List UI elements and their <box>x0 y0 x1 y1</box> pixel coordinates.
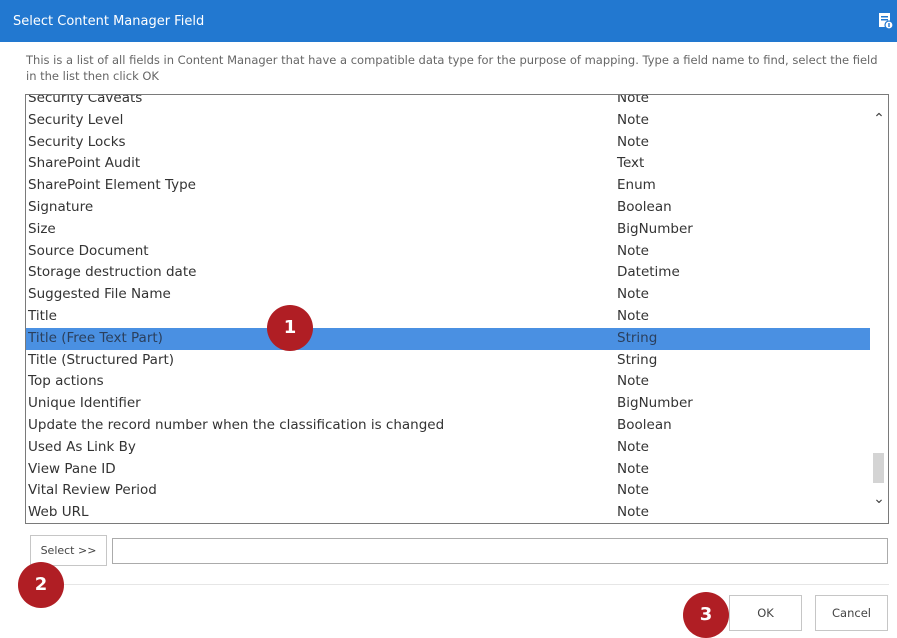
scroll-thumb[interactable] <box>873 453 884 483</box>
field-row[interactable]: Suggested File Name Note <box>26 284 870 306</box>
field-row[interactable]: Signature Boolean <box>26 197 870 219</box>
field-type: String <box>617 329 658 346</box>
field-name: Web URL <box>28 504 89 521</box>
field-row[interactable]: Security Caveats Note <box>26 94 870 110</box>
dialog-title: Select Content Manager Field <box>13 14 205 29</box>
list-scrollbar[interactable]: ⌃ ⌄ <box>870 95 888 523</box>
field-name: Title (Structured Part) <box>28 351 175 368</box>
field-row[interactable]: Unique Identifier BigNumber <box>26 393 870 415</box>
field-name: Security Caveats <box>28 94 143 106</box>
field-row[interactable]: Source Document Note <box>26 241 870 263</box>
field-type: Note <box>617 373 649 390</box>
step-marker-1: 1 <box>267 305 313 351</box>
field-row[interactable]: Vital Review Period Note <box>26 480 870 502</box>
field-row[interactable]: Title (Free Text Part) String <box>26 327 870 350</box>
step-marker-3: 3 <box>683 592 729 638</box>
scroll-up-icon[interactable]: ⌃ <box>871 111 887 127</box>
field-type: String <box>617 351 658 368</box>
field-type: Note <box>617 307 649 324</box>
field-type: BigNumber <box>617 220 693 237</box>
field-name: Size <box>28 220 56 237</box>
field-row[interactable]: Size BigNumber <box>26 219 870 241</box>
field-row[interactable]: Top actions Note <box>26 371 870 393</box>
field-name: SharePoint Audit <box>28 155 141 172</box>
scroll-down-icon[interactable]: ⌄ <box>871 491 887 507</box>
field-row[interactable]: Security Locks Note <box>26 132 870 154</box>
field-type: Note <box>617 482 649 499</box>
field-name: Security Level <box>28 111 124 128</box>
dialog-title-bar: Select Content Manager Field <box>0 0 897 42</box>
app-icon <box>878 12 894 30</box>
field-row[interactable]: SharePoint Audit Text <box>26 153 870 175</box>
field-row[interactable]: SharePoint Element Type Enum <box>26 175 870 197</box>
field-type: Note <box>617 460 649 477</box>
field-row[interactable]: Title (Structured Part) String <box>26 350 870 372</box>
field-row[interactable]: Title Note <box>26 306 870 328</box>
field-row[interactable]: Security Level Note <box>26 110 870 132</box>
field-list-rows: Security Caveats Note Security Level Note Se… <box>26 94 870 523</box>
ok-button[interactable]: OK <box>729 595 802 631</box>
field-type: Note <box>617 133 649 150</box>
dialog-description: This is a list of all fields in Content … <box>26 53 878 83</box>
field-search-input[interactable] <box>112 538 888 564</box>
field-name: SharePoint Element Type <box>28 177 196 194</box>
field-type: Note <box>617 286 649 303</box>
field-name: Signature <box>28 198 94 215</box>
field-name: Source Document <box>28 242 149 259</box>
field-row[interactable]: View Pane ID Note <box>26 459 870 481</box>
field-type: Text <box>617 155 645 172</box>
field-name: Suggested File Name <box>28 286 171 303</box>
field-name: Unique Identifier <box>28 395 141 412</box>
field-name: Update the record number when the classi… <box>28 416 445 433</box>
field-row[interactable]: Used As Link By Note <box>26 437 870 459</box>
field-name: View Pane ID <box>28 460 116 477</box>
field-name: Used As Link By <box>28 438 136 455</box>
field-name: Security Locks <box>28 133 126 150</box>
footer-divider <box>25 584 889 585</box>
field-row[interactable]: Web URL Note <box>26 502 870 523</box>
step-marker-2: 2 <box>18 562 64 608</box>
field-type: Enum <box>617 177 656 194</box>
field-name: Top actions <box>28 373 104 390</box>
field-name: Storage destruction date <box>28 264 197 281</box>
field-name: Title <box>28 307 57 324</box>
field-type: Datetime <box>617 264 680 281</box>
field-name: Title (Free Text Part) <box>28 329 163 346</box>
field-type: Note <box>617 111 649 128</box>
field-row[interactable]: Storage destruction date Datetime <box>26 262 870 284</box>
field-type: BigNumber <box>617 395 693 412</box>
field-list[interactable]: Security Caveats Note Security Level Note Se… <box>25 94 889 524</box>
field-type: Boolean <box>617 416 672 433</box>
field-type: Note <box>617 438 649 455</box>
field-row[interactable]: Update the record number when the classi… <box>26 415 870 437</box>
cancel-button[interactable]: Cancel <box>815 595 888 631</box>
field-type: Boolean <box>617 198 672 215</box>
field-type: Note <box>617 242 649 259</box>
field-name: Vital Review Period <box>28 482 157 499</box>
field-type: Note <box>617 94 649 106</box>
field-type: Note <box>617 504 649 521</box>
